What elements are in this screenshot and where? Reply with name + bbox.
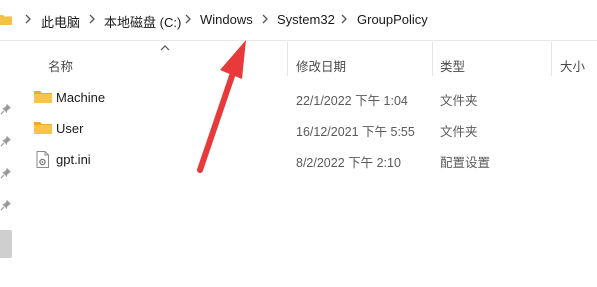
breadcrumb-item-this-pc[interactable]: 此电脑: [41, 12, 80, 31]
address-bar[interactable]: 此电脑 本地磁盘 (C:) Windows System32 GroupPoli…: [0, 0, 597, 41]
file-name: gpt.ini: [56, 152, 91, 167]
column-header-size[interactable]: 大小: [560, 56, 585, 75]
column-header-name[interactable]: 名称: [48, 56, 73, 75]
folder-icon: [34, 91, 52, 103]
column-header-date[interactable]: 修改日期: [296, 56, 346, 75]
chevron-right-icon: [185, 14, 191, 24]
chevron-right-icon: [89, 14, 95, 24]
file-name: User: [56, 121, 84, 136]
column-divider[interactable]: [551, 42, 552, 76]
folder-icon: [0, 15, 12, 25]
column-divider[interactable]: [432, 42, 433, 76]
breadcrumb-item-windows[interactable]: Windows: [200, 12, 253, 27]
pin-icon[interactable]: [0, 167, 12, 179]
file-type: 文件夹: [440, 125, 478, 139]
chevron-right-icon: [262, 14, 268, 24]
file-date: 16/12/2021 下午 5:55: [296, 125, 415, 139]
pin-icon[interactable]: [0, 199, 12, 211]
file-date: 8/2/2022 下午 2:10: [296, 156, 401, 170]
navigation-scrollbar[interactable]: [0, 230, 12, 258]
breadcrumb-item-grouppolicy[interactable]: GroupPolicy: [357, 12, 428, 27]
column-header-type[interactable]: 类型: [440, 56, 465, 75]
folder-icon: [34, 122, 52, 134]
file-row-machine[interactable]: Machine 22/1/2022 下午 1:04 文件夹: [30, 82, 597, 112]
file-type: 配置设置: [440, 156, 491, 170]
sort-ascending-icon: [160, 45, 170, 51]
chevron-right-icon: [341, 14, 347, 24]
file-name: Machine: [56, 90, 106, 105]
chevron-right-icon: [25, 14, 31, 24]
breadcrumb-item-local-disk[interactable]: 本地磁盘 (C:): [104, 12, 181, 31]
pin-icon[interactable]: [0, 135, 12, 147]
ini-file-icon: [36, 151, 49, 168]
file-type: 文件夹: [440, 94, 478, 108]
file-date: 22/1/2022 下午 1:04: [296, 94, 408, 108]
pin-icon[interactable]: [0, 103, 12, 115]
breadcrumb-item-system32[interactable]: System32: [277, 12, 335, 27]
column-divider[interactable]: [287, 42, 288, 76]
red-arrow-annotation: [197, 40, 246, 173]
file-row-gpt-ini[interactable]: gpt.ini 8/2/2022 下午 2:10 配置设置: [30, 144, 597, 174]
file-row-user[interactable]: User 16/12/2021 下午 5:55 文件夹: [30, 113, 597, 143]
